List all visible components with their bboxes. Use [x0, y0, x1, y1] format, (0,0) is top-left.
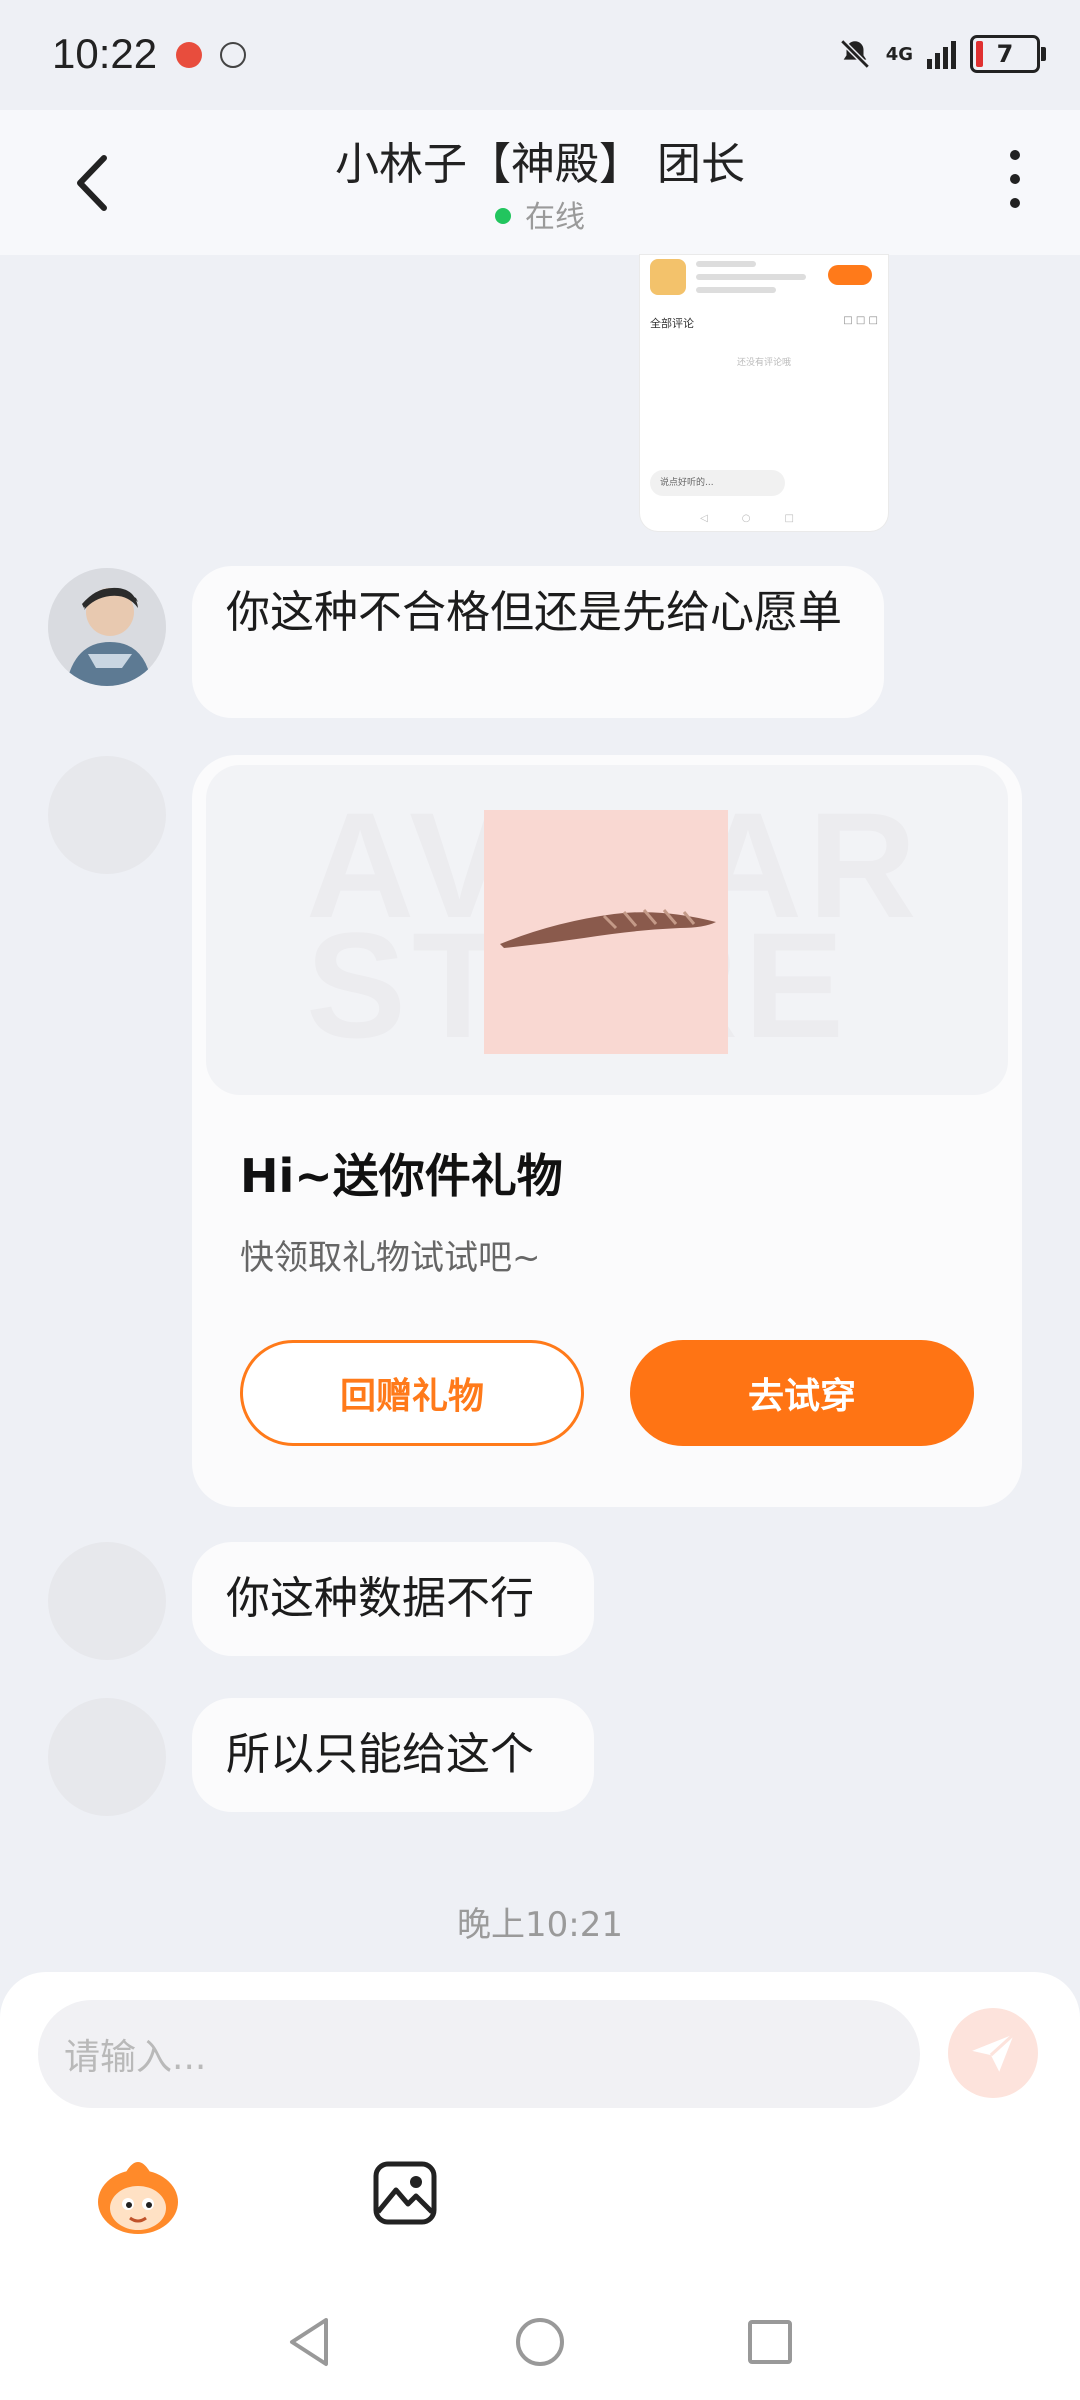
presence-label: 在线	[525, 200, 585, 235]
status-time: 10:22	[52, 30, 158, 77]
gift-card-subtitle: 快领取礼物试试吧~	[240, 1238, 541, 1278]
sender-avatar[interactable]	[48, 1698, 166, 1816]
send-icon[interactable]	[948, 2008, 1038, 2098]
nav-back-icon[interactable]	[286, 2316, 332, 2368]
image-icon[interactable]	[372, 2160, 438, 2226]
paper-plane-glyph	[972, 2033, 1015, 2072]
chat-title: 小林子【神殿】 团长	[335, 139, 745, 190]
sender-avatar[interactable]	[48, 568, 166, 686]
signal-icon	[927, 39, 956, 69]
thumbnail-input: 说点好听的...	[650, 470, 785, 496]
message-timestamp: 晚上10:21	[457, 1905, 623, 1945]
sender-avatar[interactable]	[48, 1542, 166, 1660]
return-gift-button[interactable]: 回赠礼物	[240, 1340, 584, 1446]
message-bubble[interactable]: 所以只能给这个	[192, 1698, 594, 1812]
mute-bell-icon	[839, 39, 870, 69]
person-photo	[48, 568, 166, 686]
thumbnail-empty-text: 还没有评论哦	[736, 358, 791, 368]
thumbnail-app-icon	[650, 259, 686, 295]
message-bubble[interactable]: 你这种数据不行	[192, 1542, 594, 1656]
nav-recents-icon[interactable]	[748, 2320, 792, 2364]
thumbnail-button	[828, 265, 872, 285]
message-input-placeholder: 请输入...	[64, 2037, 207, 2078]
thumbnail-section-label: 全部评论	[650, 317, 694, 330]
thumbnail-tabs: □ □ □	[843, 315, 878, 326]
thumbnail-nav: ◁○□	[700, 513, 828, 524]
try-on-button[interactable]: 去试穿	[630, 1340, 974, 1446]
gift-item-image[interactable]	[484, 810, 728, 1054]
battery-icon: 7	[970, 35, 1046, 73]
nav-home-icon[interactable]	[516, 2318, 564, 2366]
mascot-sticker-icon[interactable]	[88, 2150, 188, 2240]
sender-avatar[interactable]	[48, 756, 166, 874]
image-message[interactable]: 全部评论 □ □ □ 还没有评论哦 说点好听的... ◁○□	[640, 255, 888, 531]
message-input[interactable]: 请输入...	[38, 2000, 920, 2108]
eyebrow-gift-icon	[500, 909, 716, 948]
gift-card-title: Hi~送你件礼物	[240, 1149, 563, 1203]
more-vertical-icon[interactable]	[1000, 150, 1030, 214]
battery-level: 7	[996, 40, 1014, 68]
status-right: 4G 7	[838, 34, 1046, 74]
online-dot	[495, 207, 511, 224]
notification-app-icon	[176, 42, 202, 68]
notification-app-icon	[220, 42, 246, 68]
message-bubble[interactable]: 你这种不合格但还是先给心愿单	[192, 566, 884, 718]
presence-status: 在线	[0, 192, 1080, 236]
network-type: 4G	[885, 43, 913, 65]
